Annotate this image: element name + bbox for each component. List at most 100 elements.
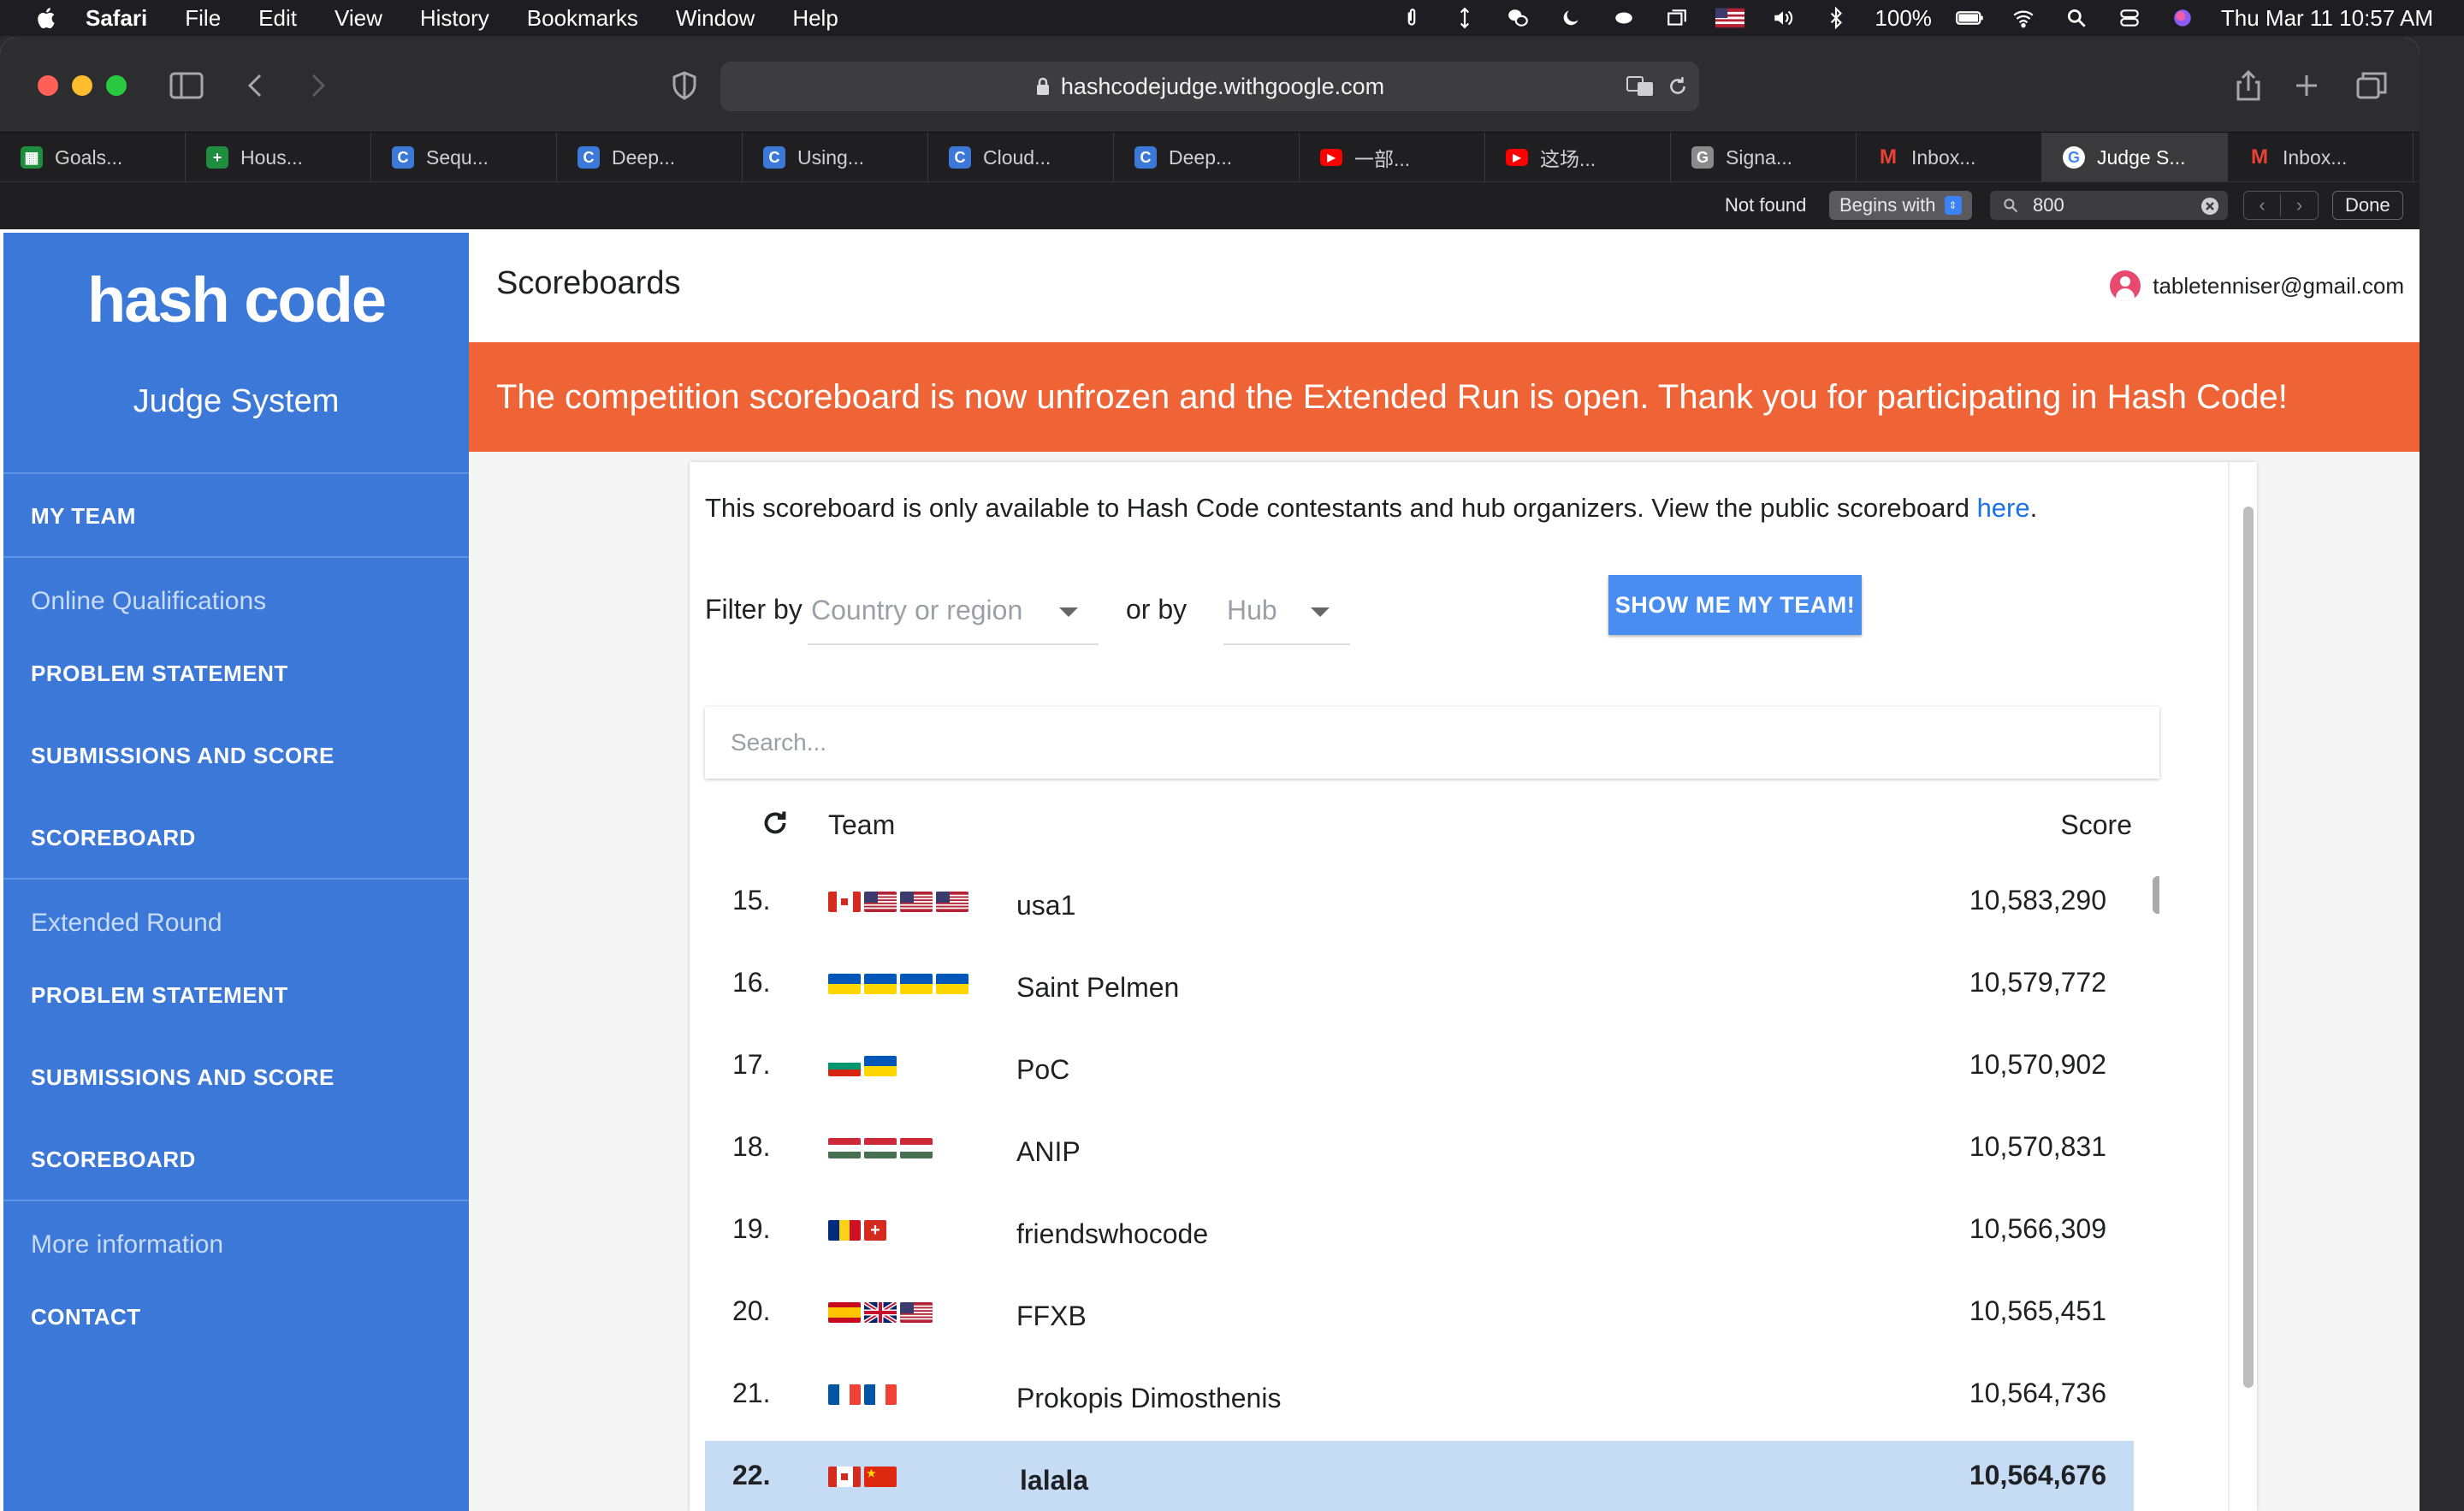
table-header: Team Score [705,780,2159,866]
table-scrollbar[interactable] [2153,876,2159,914]
browser-tab[interactable]: + Hous... [186,133,371,182]
find-previous-icon[interactable]: ‹ [2244,194,2282,216]
show-my-team-button[interactable]: SHOW ME MY TEAM! [1608,575,1862,635]
menubar-clock[interactable]: Thu Mar 11 10:57 AM [2221,5,2433,32]
refresh-icon[interactable] [760,808,791,838]
hub-select[interactable]: Hub [1223,577,1350,645]
find-input[interactable]: 800 [1990,191,2228,220]
table-row[interactable]: 17. PoC 10,570,902 [705,1030,2134,1112]
sidebar-toggle-icon[interactable] [169,70,204,101]
reload-icon[interactable] [1667,75,1689,98]
find-next-icon[interactable]: › [2281,194,2318,216]
back-icon[interactable] [240,70,274,101]
tab-overview-icon[interactable] [2354,70,2389,101]
browser-tab[interactable]: C Cloud... [928,133,1114,182]
flag-ua-icon [864,1056,897,1076]
table-row[interactable]: 21. Prokopis Dimosthenis 10,564,736 [705,1359,2134,1441]
bluetooth-icon[interactable] [1821,7,1851,29]
find-nav-group: ‹ › [2243,191,2319,220]
tab-label: Hous... [240,145,303,169]
team-name-cell: PoC [1016,1054,1070,1085]
flag-fr-icon [864,1384,897,1405]
browser-tab[interactable]: C Deep... [557,133,743,182]
toolbar: hashcodejudge.withgoogle.com [0,38,2420,132]
c-icon: C [763,146,785,169]
wechat-icon[interactable] [1503,7,1532,29]
close-window-button[interactable] [38,75,58,96]
menu-app-name[interactable]: Safari [86,5,147,32]
menu-history[interactable]: History [420,5,489,32]
battery-icon[interactable] [1955,7,1985,29]
rank-cell: 18. [732,1131,771,1162]
privacy-shield-icon[interactable] [667,70,702,101]
hash-code-logo[interactable]: hash code [3,264,469,336]
flag-ua-icon [828,974,861,994]
score-cell: 10,564,736 [1969,1378,2106,1408]
clear-search-icon[interactable] [2200,197,2219,216]
sidebar-item-extended-submissions-and-score[interactable]: SUBMISSIONS AND SCORE [31,1064,335,1091]
apple-menu-icon[interactable] [34,5,60,31]
google-icon: G [2063,146,2085,169]
share-icon[interactable] [2231,70,2266,101]
table-row[interactable]: 20. FFXB 10,565,451 [705,1277,2134,1359]
menu-bookmarks[interactable]: Bookmarks [527,5,638,32]
menu-view[interactable]: View [335,5,382,32]
team-name-cell: lalala [1020,1465,1089,1496]
menu-window[interactable]: Window [676,5,755,32]
sidebar-item-extended-scoreboard[interactable]: SCOREBOARD [31,1147,196,1173]
flag-ro-icon [828,1220,861,1241]
find-mode-select[interactable]: Begins with ⇕ [1829,191,1972,220]
filter-by-label: Filter by [705,594,803,625]
sidebar-item-submissions-and-score[interactable]: SUBMISSIONS AND SCORE [31,743,335,769]
resize-arrow-icon[interactable] [1450,7,1479,29]
column-header-score: Score [2060,809,2132,840]
new-tab-icon[interactable] [2289,70,2324,101]
table-row[interactable]: 19. + friendswhocode 10,566,309 [705,1194,2134,1277]
address-bar[interactable]: hashcodejudge.withgoogle.com [720,62,1699,111]
screens-icon[interactable] [1662,7,1691,29]
coffee-icon[interactable] [1609,7,1638,29]
menu-edit[interactable]: Edit [258,5,297,32]
browser-tab[interactable]: G Signa... [1671,133,1857,182]
table-row[interactable]: 22. ★ lalala 10,564,676 [705,1441,2134,1511]
control-center-icon[interactable] [2115,7,2144,29]
user-account[interactable]: tabletenniser@gmail.com [2110,270,2404,301]
browser-tab[interactable]: ▶ 这场... [1485,133,1671,182]
translate-icon[interactable] [1626,74,1656,99]
us-flag-input-icon[interactable] [1715,7,1745,29]
menu-help[interactable]: Help [792,5,838,32]
minimize-window-button[interactable] [72,75,92,96]
browser-tab[interactable]: M Inbox... [1857,133,2042,182]
browser-tab[interactable]: C Sequ... [371,133,557,182]
public-scoreboard-link[interactable]: here [1977,493,2030,523]
browser-tab[interactable]: ▶ 一部... [1300,133,1485,182]
table-row[interactable]: 18. ANIP 10,570,831 [705,1112,2134,1194]
paperclip-icon[interactable] [1397,7,1426,29]
tab-label: Goals... [55,145,123,169]
find-done-button[interactable]: Done [2332,191,2403,220]
moon-icon[interactable] [1556,7,1585,29]
forward-icon[interactable] [299,70,334,101]
spotlight-search-icon[interactable] [2062,7,2091,29]
sidebar-item-my-team[interactable]: MY TEAM [31,503,136,530]
zoom-window-button[interactable] [106,75,127,96]
menu-file[interactable]: File [185,5,221,32]
browser-tab[interactable]: M Inbox... [2228,133,2414,182]
sidebar-item-contact[interactable]: CONTACT [31,1304,141,1330]
browser-tab[interactable]: C Using... [743,133,928,182]
siri-icon[interactable] [2168,7,2197,29]
page-scrollbar[interactable] [2243,507,2254,1388]
rank-cell: 22. [732,1460,771,1490]
browser-tab[interactable]: ▦ Goals... [0,133,186,182]
volume-icon[interactable] [1768,7,1798,29]
sidebar-item-problem-statement[interactable]: PROBLEM STATEMENT [31,661,288,687]
browser-tab[interactable]: C Deep... [1114,133,1300,182]
table-row[interactable]: 15. usa1 10,583,290 [705,866,2134,948]
country-select[interactable]: Country or region [808,577,1099,645]
team-search-input[interactable]: Search... [705,707,2159,779]
table-row[interactable]: 16. Saint Pelmen 10,579,772 [705,948,2134,1030]
browser-tab[interactable]: G Judge S... [2042,133,2228,182]
sidebar-item-extended-problem-statement[interactable]: PROBLEM STATEMENT [31,982,288,1009]
wifi-icon[interactable] [2009,7,2038,29]
sidebar-item-scoreboard[interactable]: SCOREBOARD [31,825,196,851]
